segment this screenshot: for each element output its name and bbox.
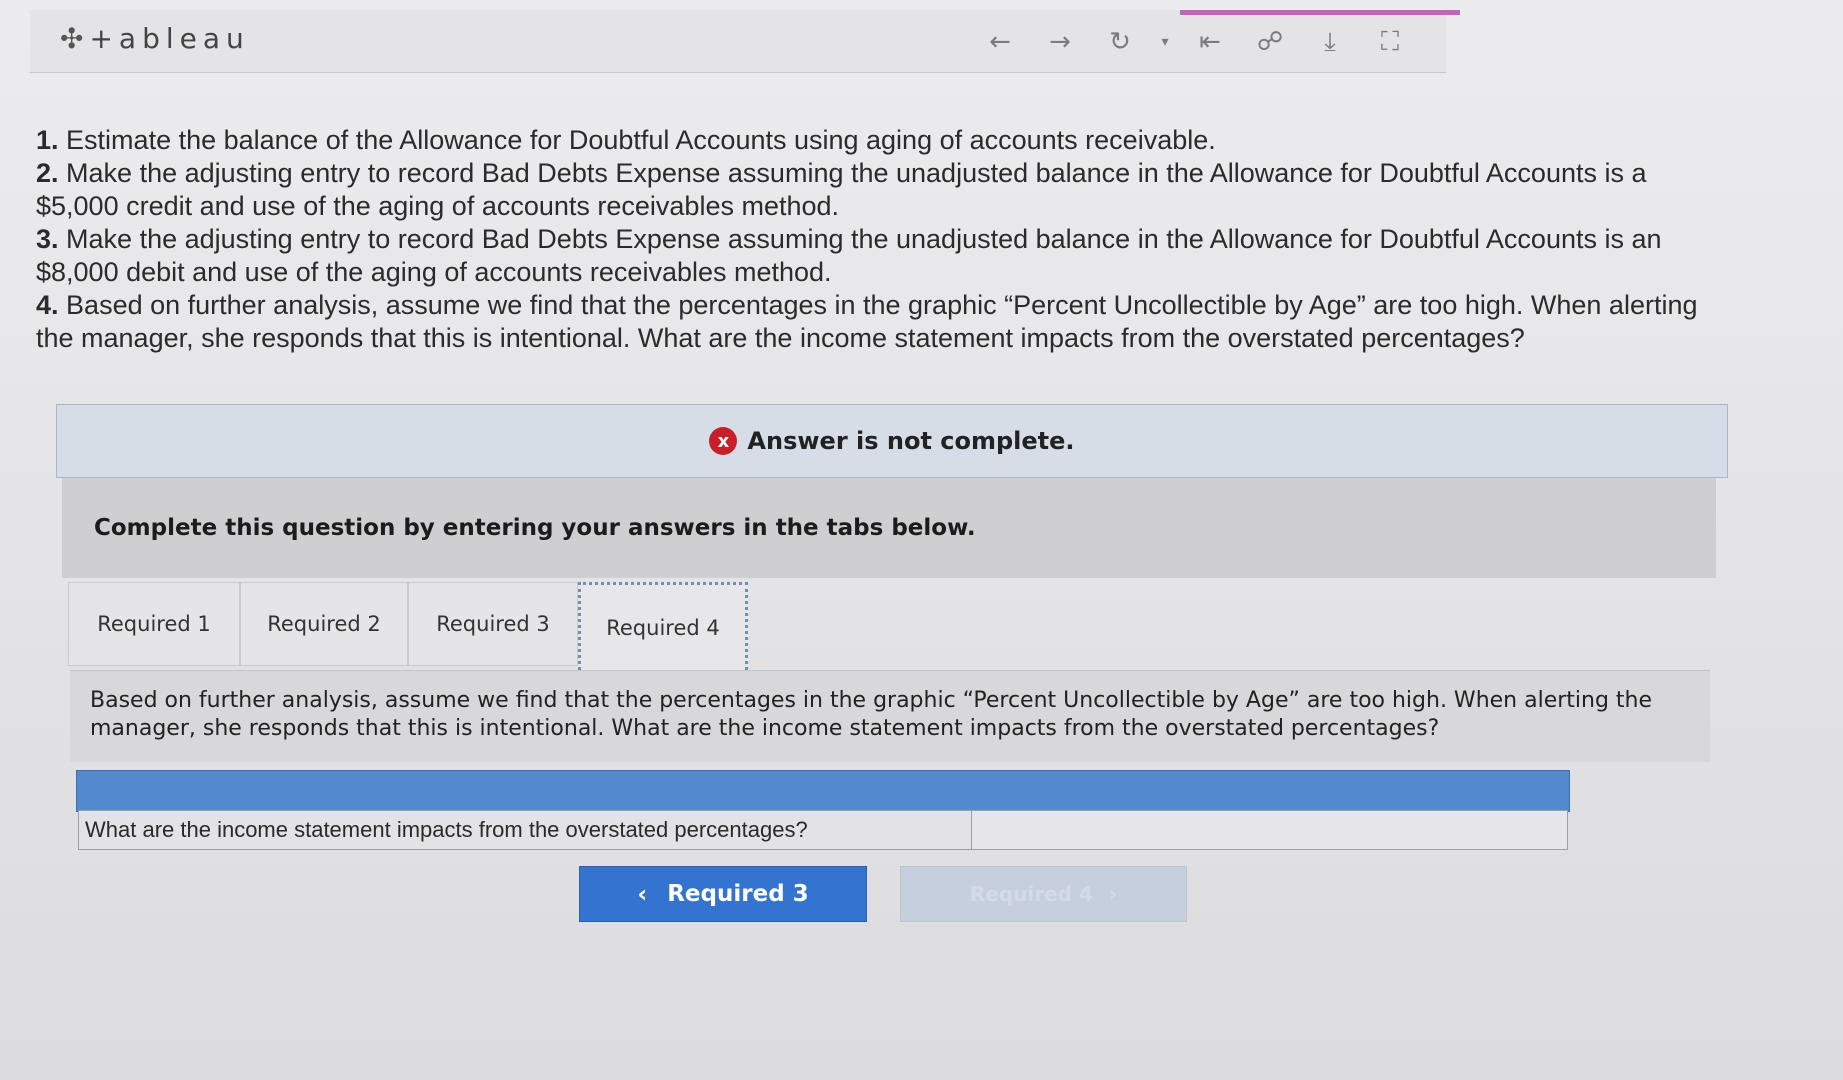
question-list: 1. Estimate the balance of the Allowance… [36,124,1736,355]
prev-required-button[interactable]: ‹ Required 3 [579,866,867,922]
fullscreen-icon[interactable]: ⛶ [1360,24,1420,60]
next-button-label: Required 4 [969,882,1093,906]
instructions-box: Complete this question by entering your … [62,478,1716,578]
answer-input-cell[interactable] [972,811,1567,849]
answer-status-banner: x Answer is not complete. [56,404,1728,478]
tab-content-prompt: Based on further analysis, assume we fin… [70,670,1710,762]
tab-required-1[interactable]: Required 1 [68,582,240,666]
download-icon[interactable]: ⤓ [1300,24,1360,60]
back-arrow-icon[interactable]: ← [970,24,1030,60]
toolbar-accent-bar [1180,10,1460,15]
table-row: What are the income statement impacts fr… [78,810,1568,850]
question-item: 1. Estimate the balance of the Allowance… [36,125,1216,155]
share-icon[interactable]: ☍ [1240,24,1300,60]
toolbar-icons: ← → ↻ ▾ ⇤ ☍ ⤓ ⛶ [970,24,1420,60]
tableau-logo: ✣ +ableau [60,22,250,55]
prev-button-label: Required 3 [667,881,809,907]
question-item: 4. Based on further analysis, assume we … [36,290,1698,353]
question-item: 2. Make the adjusting entry to record Ba… [36,158,1647,221]
logo-text: +ableau [89,22,250,55]
answer-status-text: Answer is not complete. [747,427,1075,455]
chevron-left-icon: ‹ [637,880,648,908]
answer-table-header [76,770,1570,812]
next-required-button: Required 4 › [900,866,1187,922]
required-tabs: Required 1 Required 2 Required 3 Require… [68,582,748,670]
table-question-cell: What are the income statement impacts fr… [79,811,972,849]
instructions-text: Complete this question by entering your … [94,515,976,541]
chevron-right-icon: › [1108,882,1118,906]
tab-required-3[interactable]: Required 3 [408,582,578,666]
tab-required-4[interactable]: Required 4 [578,582,748,670]
tab-required-2[interactable]: Required 2 [240,582,408,666]
revert-icon[interactable]: ⇤ [1180,24,1240,60]
forward-arrow-icon[interactable]: → [1030,24,1090,60]
tableau-toolbar: ✣ +ableau ← → ↻ ▾ ⇤ ☍ ⤓ ⛶ [30,10,1460,73]
question-item: 3. Make the adjusting entry to record Ba… [36,224,1662,287]
dropdown-caret-icon[interactable]: ▾ [1150,24,1180,60]
tableau-logo-icon: ✣ [60,22,84,55]
redo-icon[interactable]: ↻ [1090,24,1150,60]
error-x-icon: x [709,427,738,455]
